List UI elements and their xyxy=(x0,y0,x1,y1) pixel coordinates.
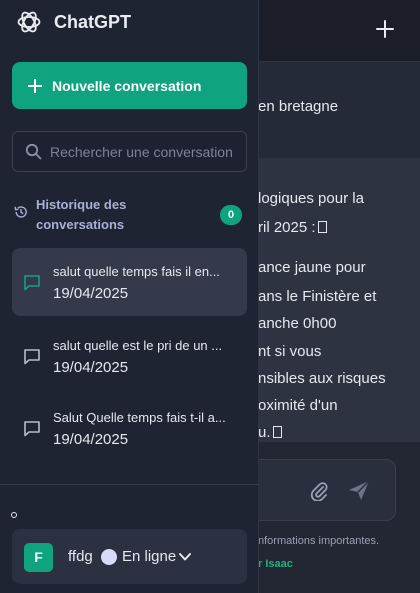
sidebar-divider xyxy=(0,484,258,485)
assistant-message-line: logiques pour la xyxy=(258,190,364,207)
conversation-item[interactable]: Salut Quelle temps fais t-il a... 19/04/… xyxy=(12,394,247,462)
search-input[interactable] xyxy=(50,143,240,160)
conversation-title: Salut Quelle temps fais t-il a... xyxy=(53,410,226,425)
message-icon xyxy=(24,275,40,291)
assistant-message-line: ance jaune pour xyxy=(258,259,366,276)
search-box[interactable] xyxy=(12,131,247,172)
history-icon xyxy=(14,206,27,218)
replacement-glyph xyxy=(272,426,282,438)
paperclip-icon[interactable] xyxy=(310,481,328,501)
user-profile-menu[interactable]: F ffdg En ligne xyxy=(12,529,247,584)
conversation-item[interactable]: salut quelle temps fais il en... 19/04/2… xyxy=(12,248,247,316)
disclaimer-text: nformations importantes. xyxy=(258,535,380,547)
online-status-dot-icon xyxy=(101,549,117,565)
assistant-message-line: oximité d'un xyxy=(258,397,338,414)
send-icon[interactable] xyxy=(347,479,371,501)
assistant-message-line: ril 2025 : xyxy=(258,219,327,236)
search-icon xyxy=(25,143,42,160)
message-icon xyxy=(24,421,40,437)
new-conversation-label: Nouvelle conversation xyxy=(52,77,202,94)
replacement-glyph xyxy=(317,221,327,233)
chat-header xyxy=(258,0,420,62)
assistant-message-line: nsibles aux risques xyxy=(258,370,386,387)
conversation-title: salut quelle est le pri de un ... xyxy=(53,338,223,353)
new-conversation-button[interactable]: Nouvelle conversation xyxy=(12,62,247,109)
plus-icon xyxy=(28,78,42,93)
user-status: En ligne xyxy=(122,548,177,565)
conversation-date: 19/04/2025 xyxy=(53,359,129,376)
sidebar: ChatGPT Nouvelle conversation Historique… xyxy=(0,0,259,593)
assistant-message-line: nt si vous xyxy=(258,343,322,360)
new-chat-plus-icon[interactable] xyxy=(374,18,396,40)
credit-link[interactable]: r Isaac xyxy=(258,558,293,570)
chevron-down-icon[interactable] xyxy=(178,551,192,563)
chatgpt-logo-icon xyxy=(17,11,41,33)
conversation-date: 19/04/2025 xyxy=(53,285,129,302)
message-icon xyxy=(24,349,40,365)
assistant-message-line: ans le Finistère et xyxy=(258,288,377,305)
conversation-title: salut quelle temps fais il en... xyxy=(53,264,220,279)
history-title: Historique des conversations xyxy=(36,197,127,232)
conversation-date: 19/04/2025 xyxy=(53,431,129,448)
user-name: ffdg xyxy=(68,548,93,565)
assistant-message-line: anche 0h00 xyxy=(258,315,337,332)
history-count-badge: 0 xyxy=(220,205,242,225)
assistant-message-line: u. xyxy=(258,424,282,441)
conversation-item[interactable]: salut quelle est le pri de un ... 19/04/… xyxy=(12,322,247,390)
app-name: ChatGPT xyxy=(54,11,132,32)
brand[interactable]: ChatGPT xyxy=(16,9,131,35)
mouse-cursor-icon xyxy=(11,512,17,518)
user-message-text: en bretagne xyxy=(258,98,339,115)
avatar: F xyxy=(24,543,53,572)
